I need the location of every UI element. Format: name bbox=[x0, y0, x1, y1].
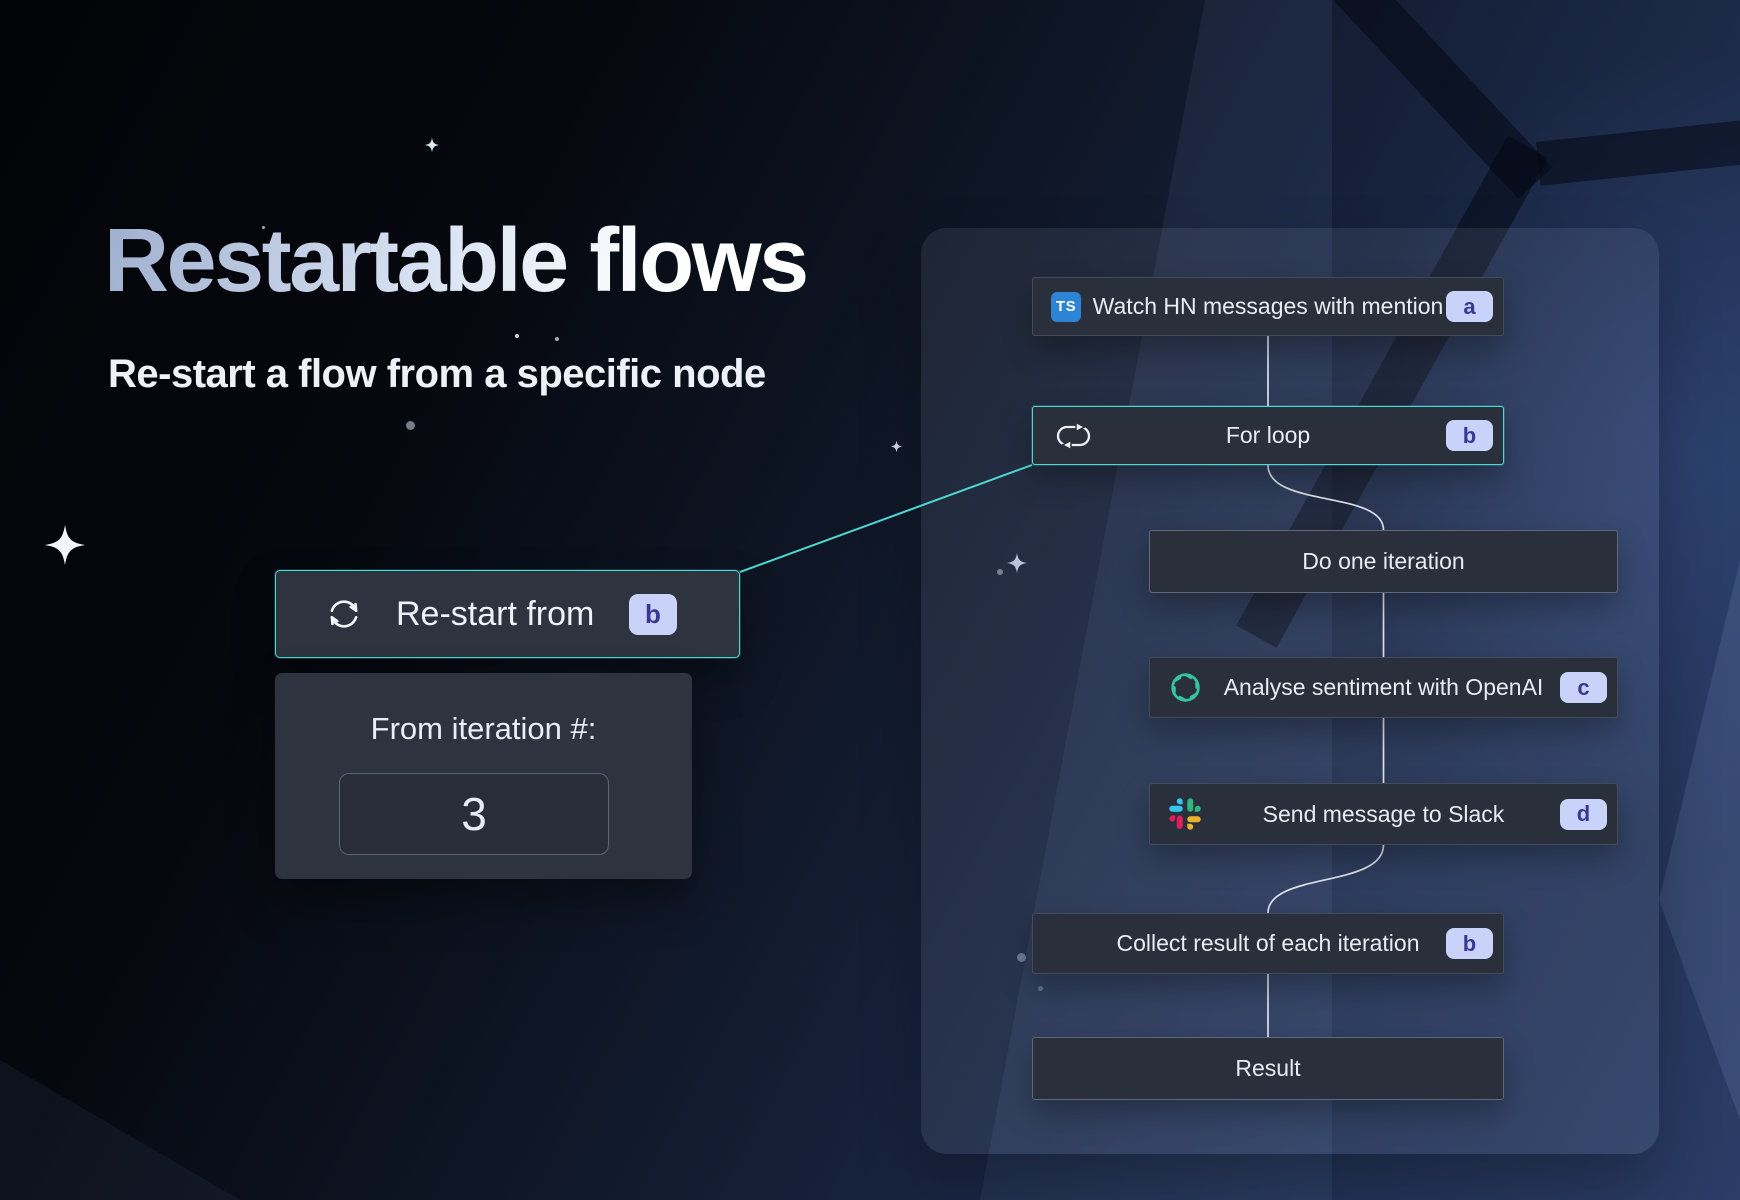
node-label: Result bbox=[1235, 1055, 1300, 1082]
iteration-label: From iteration #: bbox=[275, 711, 692, 747]
page-title: Restartable flows bbox=[104, 214, 807, 309]
flow-node-collect-result[interactable]: Collect result of each iteration b bbox=[1032, 913, 1504, 974]
node-label: Send message to Slack bbox=[1263, 801, 1505, 828]
star-dot bbox=[406, 421, 415, 430]
flow-node-analyse-sentiment[interactable]: Analyse sentiment with OpenAI c bbox=[1149, 657, 1618, 718]
sparkle-icon bbox=[43, 523, 87, 567]
flow-node-for-loop[interactable]: For loop b bbox=[1032, 406, 1504, 465]
node-label: For loop bbox=[1226, 422, 1310, 449]
node-badge: b bbox=[1446, 928, 1493, 959]
node-label: Collect result of each iteration bbox=[1117, 930, 1420, 957]
node-badge: d bbox=[1560, 799, 1607, 830]
iteration-panel: From iteration #: bbox=[275, 673, 692, 879]
flow-node-do-one-iteration[interactable]: Do one iteration bbox=[1149, 530, 1618, 593]
stage: Restartable flows Re-start a flow from a… bbox=[0, 0, 1740, 1200]
refresh-icon bbox=[322, 592, 366, 636]
restart-node-label: Re-start from bbox=[396, 595, 594, 634]
restart-node-badge: b bbox=[629, 594, 677, 635]
typescript-icon: TS bbox=[1051, 292, 1081, 322]
openai-icon bbox=[1168, 670, 1203, 705]
flow-node-result[interactable]: Result bbox=[1032, 1037, 1504, 1100]
sparkle-icon bbox=[890, 440, 903, 453]
restart-from-node[interactable]: Re-start from b bbox=[275, 570, 740, 658]
node-badge: a bbox=[1446, 291, 1493, 322]
watermark-arm bbox=[1536, 118, 1740, 186]
node-label: Analyse sentiment with OpenAI bbox=[1224, 674, 1544, 701]
node-badge: b bbox=[1446, 420, 1493, 451]
node-label: Watch HN messages with mention bbox=[1093, 293, 1444, 320]
slack-icon bbox=[1168, 797, 1202, 831]
node-label: Do one iteration bbox=[1302, 548, 1464, 575]
page-subtitle: Re-start a flow from a specific node bbox=[108, 352, 766, 397]
flow-node-send-slack[interactable]: Send message to Slack d bbox=[1149, 783, 1618, 845]
star-dot bbox=[555, 337, 559, 341]
star-dot bbox=[515, 334, 519, 338]
flow-node-watch-hn[interactable]: TS Watch HN messages with mention a bbox=[1032, 277, 1504, 336]
node-badge: c bbox=[1560, 672, 1607, 703]
sparkle-icon bbox=[424, 137, 440, 153]
iteration-input[interactable] bbox=[339, 773, 609, 855]
loop-icon bbox=[1051, 421, 1095, 451]
